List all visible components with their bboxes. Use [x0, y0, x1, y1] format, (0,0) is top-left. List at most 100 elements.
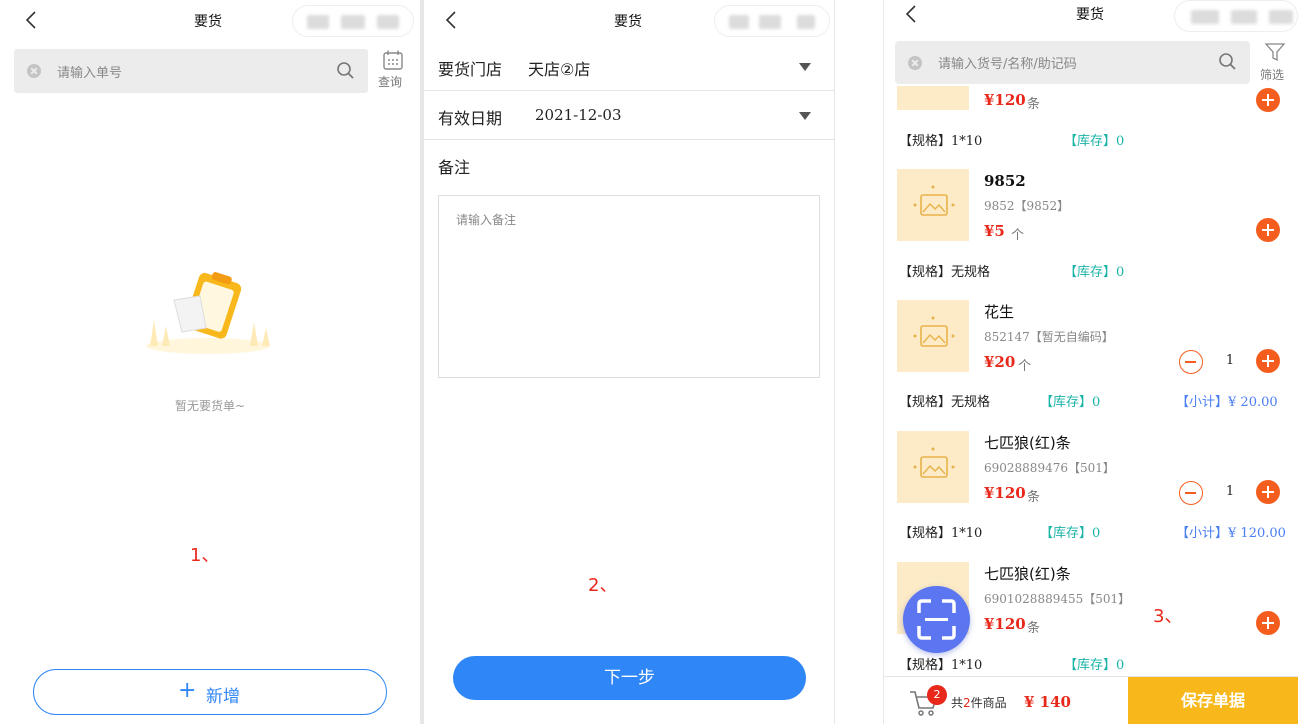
panel-divider: [834, 0, 835, 724]
product-subtotal: 【小计】¥ 20.00: [1176, 395, 1278, 410]
product-list[interactable]: ¥120 条 【规格】1*10 【库存】0 9852 9852【9852】 ¥5…: [884, 86, 1298, 676]
save-order-button[interactable]: 保存单据: [1128, 677, 1298, 724]
product-stock: 【库存】0: [1040, 526, 1101, 541]
date-value: 2021-12-03: [535, 106, 622, 124]
product-unit: 条: [1027, 97, 1041, 112]
product-image-placeholder: [897, 169, 969, 241]
product-subtotal: 【小计】¥ 120.00: [1176, 526, 1286, 541]
filter-label: 筛选: [1260, 68, 1285, 82]
product-item: 花生 852147【暂无自编码】 ¥20 个 1 【规格】无规格 【库存】0 【…: [884, 285, 1298, 416]
mini-program-capsule[interactable]: [1174, 0, 1298, 32]
filter-button[interactable]: 筛选: [1260, 41, 1290, 83]
add-quantity-icon[interactable]: [1256, 218, 1280, 242]
back-arrow-icon[interactable]: [444, 10, 458, 30]
order-form-screen: 要货 要货门店 天店②店 有效日期 2021-12-03 备注 请输入备注 2、…: [424, 0, 834, 724]
back-arrow-icon[interactable]: [24, 10, 38, 30]
search-icon[interactable]: [1218, 52, 1238, 72]
add-order-label: 新增: [206, 687, 240, 707]
product-name: 七匹狼(红)条: [984, 434, 1071, 452]
clear-icon[interactable]: [908, 56, 922, 70]
product-image-placeholder: [897, 86, 969, 110]
product-price: ¥120: [984, 91, 1026, 109]
store-label: 要货门店: [438, 60, 503, 79]
top-bar: 要货: [424, 0, 834, 40]
product-unit: 条: [1027, 621, 1041, 636]
remark-textarea[interactable]: 请输入备注: [438, 195, 820, 378]
add-order-button[interactable]: + 新增: [33, 669, 387, 715]
product-item: ¥120 条 【规格】1*10 【库存】0: [884, 86, 1298, 149]
scan-button[interactable]: [903, 586, 970, 653]
product-image-placeholder: [897, 431, 969, 503]
plus-icon: +: [178, 678, 197, 703]
remark-label: 备注: [438, 158, 471, 177]
remark-placeholder: 请输入备注: [456, 213, 517, 227]
scan-icon: [917, 599, 956, 640]
add-quantity-icon[interactable]: [1256, 349, 1280, 373]
product-name: 9852: [984, 172, 1026, 190]
clear-icon[interactable]: [27, 64, 41, 78]
cart-count-badge: 2: [927, 685, 947, 705]
query-button[interactable]: 查询: [378, 49, 408, 91]
add-quantity-icon[interactable]: [1256, 611, 1280, 635]
dropdown-arrow-icon: [799, 63, 811, 71]
add-quantity-icon[interactable]: [1256, 88, 1280, 112]
page-title: 要货: [614, 14, 642, 30]
product-stock: 【库存】0: [1040, 395, 1101, 410]
mini-program-capsule[interactable]: [292, 5, 414, 37]
order-list-screen: 要货 请输入单号 查询 暂无要货单~ 1、 + 新增: [0, 0, 420, 724]
quantity-value[interactable]: 1: [1220, 484, 1240, 499]
add-quantity-icon[interactable]: [1256, 480, 1280, 504]
product-unit: 个: [1018, 359, 1032, 374]
product-unit: 条: [1027, 490, 1041, 505]
product-code: 69028889476【501】: [984, 461, 1115, 475]
date-label: 有效日期: [438, 109, 503, 128]
mini-program-capsule[interactable]: [714, 5, 830, 37]
step-annotation: 1、: [190, 545, 220, 566]
product-code: 9852【9852】: [984, 199, 1070, 213]
product-image-placeholder: [897, 300, 969, 372]
product-price: ¥120: [984, 484, 1026, 502]
decrease-quantity-icon[interactable]: [1179, 481, 1203, 505]
search-input[interactable]: 请输入单号: [57, 62, 122, 81]
product-name: 花生: [984, 303, 1015, 321]
next-step-button[interactable]: 下一步: [453, 656, 806, 700]
image-placeholder-icon: [913, 447, 955, 478]
product-spec: 【规格】1*10: [899, 134, 983, 149]
product-select-screen: 要货 请输入货号/名称/助记码 筛选 ¥120 条 【规格】1*10 【库存】0: [884, 0, 1298, 724]
product-spec: 【规格】无规格: [899, 265, 991, 280]
dropdown-arrow-icon: [799, 112, 811, 120]
panel-gutter: [834, 0, 884, 724]
image-placeholder-icon: [913, 316, 955, 347]
divider: [424, 139, 834, 140]
search-bar[interactable]: 请输入单号: [14, 49, 368, 93]
store-value: 天店②店: [528, 60, 591, 79]
search-icon[interactable]: [336, 61, 356, 81]
product-spec: 【规格】1*10: [899, 526, 983, 541]
product-code: 6901028889455【501】: [984, 592, 1131, 606]
product-stock: 【库存】0: [1064, 134, 1125, 149]
cart-total: ¥ 140: [1024, 693, 1071, 711]
quantity-value[interactable]: 1: [1220, 353, 1240, 368]
product-stock: 【库存】0: [1064, 265, 1125, 280]
decrease-quantity-icon[interactable]: [1179, 350, 1203, 374]
top-bar: 要货: [884, 0, 1298, 40]
product-item: 七匹狼(红)条 69028889476【501】 ¥120 条 1 【规格】1*…: [884, 416, 1298, 547]
date-selector[interactable]: 有效日期 2021-12-03: [424, 91, 834, 139]
product-price: ¥120: [984, 615, 1026, 633]
step-annotation: 3、: [1153, 606, 1183, 627]
store-selector[interactable]: 要货门店 天店②店: [424, 42, 834, 90]
product-name: 七匹狼(红)条: [984, 565, 1071, 583]
filter-funnel-icon: [1264, 43, 1286, 62]
search-input[interactable]: 请输入货号/名称/助记码: [938, 53, 1077, 72]
cart-summary: 共2件商品: [951, 696, 1007, 710]
back-arrow-icon[interactable]: [904, 4, 918, 24]
page-title: 要货: [194, 14, 222, 30]
product-stock: 【库存】0: [1064, 658, 1125, 673]
product-code: 852147【暂无自编码】: [984, 330, 1114, 344]
image-placeholder-icon: [913, 185, 955, 216]
top-bar: 要货: [0, 0, 420, 40]
empty-clipboard-illustration: [146, 272, 270, 354]
product-spec: 【规格】1*10: [899, 658, 983, 673]
search-bar[interactable]: 请输入货号/名称/助记码: [895, 41, 1250, 84]
step-annotation: 2、: [588, 575, 618, 596]
